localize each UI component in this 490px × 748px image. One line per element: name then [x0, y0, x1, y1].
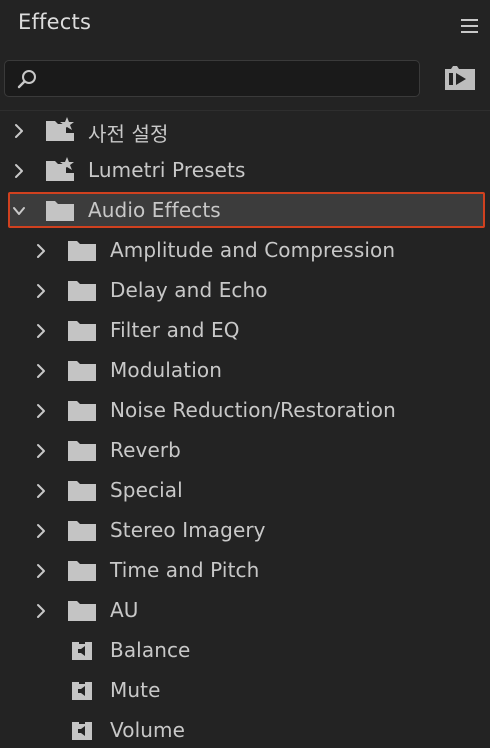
chevron-right-icon[interactable]: [35, 563, 47, 579]
chevron-right-icon[interactable]: [35, 523, 47, 539]
tree-item-label: Amplitude and Compression: [110, 238, 396, 262]
tree-item-volume[interactable]: Volume: [0, 711, 490, 748]
tree-item-label: Reverb: [110, 438, 181, 462]
tree-item-label: Noise Reduction/Restoration: [110, 398, 396, 422]
tree-item-filter-and-eq[interactable]: Filter and EQ: [0, 311, 490, 351]
panel-title: Effects: [18, 10, 92, 34]
chevron-right-icon[interactable]: [35, 243, 47, 259]
tree-item-label: Audio Effects: [88, 198, 221, 222]
chevron-down-icon[interactable]: [13, 203, 25, 219]
tree-item-label: Stereo Imagery: [110, 518, 266, 542]
tree-item-lumetri-presets[interactable]: Lumetri Presets: [0, 151, 490, 191]
preset-folder-icon: [44, 116, 76, 144]
search-icon: [17, 70, 36, 89]
tree-item-delay-and-echo[interactable]: Delay and Echo: [0, 271, 490, 311]
folder-icon: [66, 596, 98, 624]
tree-item-noise-reduction-restoration[interactable]: Noise Reduction/Restoration: [0, 391, 490, 431]
folder-icon: [44, 196, 76, 224]
audio-effect-icon: [66, 636, 98, 664]
tree-item-amplitude-and-compression[interactable]: Amplitude and Compression: [0, 231, 490, 271]
tree-item-label: Special: [110, 478, 183, 502]
chevron-right-icon[interactable]: [35, 363, 47, 379]
hamburger-menu-icon[interactable]: [461, 19, 478, 33]
chevron-right-icon[interactable]: [35, 483, 47, 499]
tree-item-au[interactable]: AU: [0, 591, 490, 631]
search-row: [0, 52, 490, 110]
audio-effect-icon: [66, 676, 98, 704]
folder-icon: [66, 396, 98, 424]
tree-item-reverb[interactable]: Reverb: [0, 431, 490, 471]
folder-icon: [66, 436, 98, 464]
tree-item-label: Filter and EQ: [110, 318, 240, 342]
panel-header: Effects: [0, 0, 490, 52]
selection-highlight: [8, 192, 485, 228]
effects-tree: 사전 설정 Lumetri Presets Audio Effects Amplitu…: [0, 111, 490, 748]
chevron-right-icon[interactable]: [35, 403, 47, 419]
search-input[interactable]: [39, 61, 413, 98]
search-box[interactable]: [4, 60, 420, 98]
tree-item-label: Delay and Echo: [110, 278, 268, 302]
tree-item-label: 사전 설정: [88, 122, 169, 146]
folder-icon: [66, 316, 98, 344]
tree-item-modulation[interactable]: Modulation: [0, 351, 490, 391]
chevron-right-icon[interactable]: [35, 443, 47, 459]
chevron-right-icon[interactable]: [35, 323, 47, 339]
chevron-right-icon[interactable]: [35, 283, 47, 299]
folder-icon: [66, 356, 98, 384]
tree-item-stereo-imagery[interactable]: Stereo Imagery: [0, 511, 490, 551]
folder-icon: [66, 516, 98, 544]
new-custom-bin-icon[interactable]: [443, 63, 477, 93]
folder-icon: [66, 236, 98, 264]
audio-effect-icon: [66, 716, 98, 744]
tree-item-label: Volume: [110, 718, 185, 742]
tree-item-mute[interactable]: Mute: [0, 671, 490, 711]
folder-icon: [66, 276, 98, 304]
tree-item-balance[interactable]: Balance: [0, 631, 490, 671]
tree-item-label: Balance: [110, 638, 191, 662]
folder-icon: [66, 476, 98, 504]
chevron-right-icon[interactable]: [13, 163, 25, 179]
tree-item-사전-설정[interactable]: 사전 설정: [0, 111, 490, 151]
folder-icon: [66, 556, 98, 584]
effects-panel: Effects 사전 설정 Lumetri Presets Audio Effect…: [0, 0, 490, 748]
tree-item-audio-effects[interactable]: Audio Effects: [0, 191, 490, 231]
chevron-right-icon[interactable]: [35, 603, 47, 619]
tree-item-label: AU: [110, 598, 139, 622]
tree-item-label: Lumetri Presets: [88, 158, 246, 182]
chevron-right-icon[interactable]: [13, 123, 25, 139]
tree-item-label: Time and Pitch: [110, 558, 260, 582]
tree-item-time-and-pitch[interactable]: Time and Pitch: [0, 551, 490, 591]
tree-item-special[interactable]: Special: [0, 471, 490, 511]
preset-folder-icon: [44, 156, 76, 184]
tree-item-label: Mute: [110, 678, 161, 702]
tree-item-label: Modulation: [110, 358, 222, 382]
